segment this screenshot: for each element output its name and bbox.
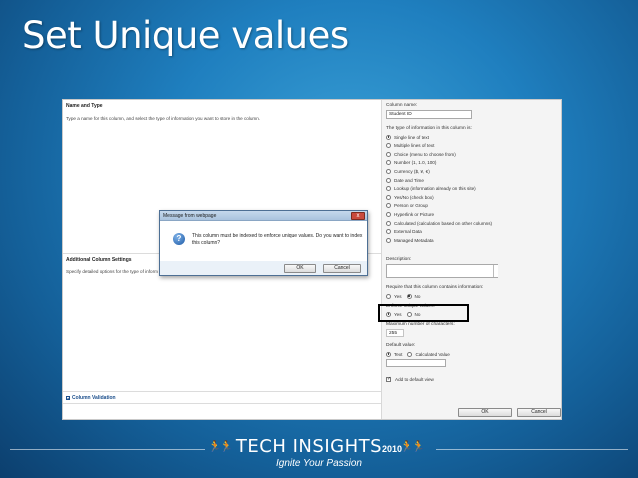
- column-type-radio[interactable]: [386, 211, 391, 217]
- default-calculated-label: Calculated Value: [415, 351, 450, 357]
- default-value-options: Text Calculated Value: [386, 351, 450, 357]
- column-type-option[interactable]: Multiple lines of text: [386, 143, 434, 149]
- dialog-ok-button[interactable]: OK: [284, 264, 316, 273]
- description-label: Description:: [386, 257, 412, 262]
- expand-icon: +: [66, 396, 70, 401]
- description-scrollbar[interactable]: [493, 265, 498, 277]
- column-type-option[interactable]: Yes/No (check box): [386, 194, 434, 200]
- column-type-label: Calculated (calculation based on other c…: [394, 220, 493, 226]
- brand-year: 2010: [382, 444, 403, 454]
- default-calculated-radio[interactable]: [407, 351, 413, 357]
- column-type-option[interactable]: Lookup (information already on this site…: [386, 186, 476, 192]
- column-type-label: Choice (menu to choose from): [394, 151, 456, 157]
- column-type-label: Person or Group: [394, 203, 428, 209]
- column-type-label: External Data: [394, 229, 422, 235]
- add-to-view-row: Add to default view: [386, 376, 434, 382]
- column-type-radio[interactable]: [386, 177, 391, 183]
- column-validation-label: Column Validation: [72, 395, 116, 401]
- require-no-radio[interactable]: [406, 293, 412, 299]
- column-type-option[interactable]: Managed Metadata: [386, 237, 434, 243]
- form-ok-button[interactable]: OK: [458, 408, 512, 417]
- column-name-input[interactable]: Student ID: [386, 110, 472, 119]
- description-textarea[interactable]: [386, 264, 498, 278]
- column-type-label: Multiple lines of text: [394, 143, 435, 149]
- column-type-option[interactable]: Calculated (calculation based on other c…: [386, 220, 492, 226]
- column-type-label: Currency ($, ¥, €): [394, 168, 430, 174]
- add-to-view-label: Add to default view: [395, 376, 434, 382]
- column-type-radio[interactable]: [386, 143, 391, 149]
- default-text-radio[interactable]: [386, 351, 391, 357]
- column-name-label: Column name:: [386, 103, 418, 108]
- column-type-option[interactable]: Choice (menu to choose from): [386, 151, 456, 157]
- column-type-radio[interactable]: [386, 229, 391, 235]
- settings-column: Column name: Student ID The type of info…: [381, 100, 561, 419]
- question-icon: ?: [173, 233, 185, 245]
- additional-settings-heading: Additional Column Settings: [66, 257, 132, 263]
- brand-logo: TECH INSIGHTS2010: [0, 436, 638, 457]
- max-chars-label: Maximum number of characters:: [386, 322, 455, 327]
- column-type-radio[interactable]: [386, 151, 391, 157]
- require-no-label: No: [414, 293, 421, 299]
- column-type-label: Lookup (information already on this site…: [394, 186, 476, 192]
- add-to-view-checkbox[interactable]: [386, 376, 391, 382]
- brand-name: TECH INSIGHTS: [235, 436, 383, 457]
- column-type-radio[interactable]: [386, 134, 391, 140]
- default-value-input[interactable]: [386, 359, 446, 367]
- dialog-body: ? This column must be indexed to enforce…: [160, 221, 367, 261]
- column-type-label: Number (1, 1.0, 100): [394, 160, 437, 166]
- column-type-option[interactable]: Number (1, 1.0, 100): [386, 160, 436, 166]
- column-type-label: Single line of text: [394, 134, 429, 140]
- column-type-option[interactable]: Date and Time: [386, 177, 424, 183]
- column-type-radio[interactable]: [386, 237, 391, 243]
- require-yes-label: Yes: [394, 293, 402, 299]
- require-label: Require that this column contains inform…: [386, 285, 484, 290]
- column-type-label: Hyperlink or Picture: [394, 211, 435, 217]
- brand-tagline: Ignite Your Passion: [276, 458, 362, 469]
- dialog-title-bar[interactable]: Message from webpage: [160, 211, 367, 221]
- default-text-label: Text: [394, 351, 403, 357]
- close-icon[interactable]: x: [351, 212, 365, 220]
- column-type-option[interactable]: Currency ($, ¥, €): [386, 168, 430, 174]
- require-options: Yes No: [386, 293, 420, 299]
- column-type-radio[interactable]: [386, 160, 391, 166]
- dialog-message: This column must be indexed to enforce u…: [192, 233, 363, 246]
- column-type-option[interactable]: Single line of text: [386, 134, 429, 140]
- dialog-title: Message from webpage: [163, 213, 217, 219]
- column-type-radio[interactable]: [386, 186, 391, 192]
- unique-values-highlight: [378, 304, 469, 322]
- column-type-label: Date and Time: [394, 177, 424, 183]
- column-type-option[interactable]: External Data: [386, 229, 422, 235]
- column-type-label: Managed Metadata: [394, 237, 434, 243]
- column-type-option[interactable]: Person or Group: [386, 203, 428, 209]
- message-dialog: Message from webpage x ? This column mus…: [159, 210, 368, 276]
- name-type-description: Type a name for this column, and select …: [66, 116, 261, 121]
- max-chars-input[interactable]: 255: [386, 329, 404, 337]
- column-type-radio[interactable]: [386, 203, 391, 209]
- dialog-cancel-button[interactable]: Cancel: [323, 264, 361, 273]
- column-type-radio[interactable]: [386, 220, 391, 226]
- type-label: The type of information in this column i…: [386, 126, 472, 131]
- column-validation-link[interactable]: + Column Validation: [66, 395, 116, 401]
- form-cancel-button[interactable]: Cancel: [517, 408, 561, 417]
- column-type-option[interactable]: Hyperlink or Picture: [386, 211, 434, 217]
- require-yes-radio[interactable]: [386, 293, 391, 299]
- column-type-label: Yes/No (check box): [394, 194, 434, 200]
- column-type-radio[interactable]: [386, 168, 391, 174]
- column-type-radio[interactable]: [386, 194, 391, 200]
- slide-title: Set Unique values: [22, 14, 349, 57]
- name-type-heading: Name and Type: [66, 103, 103, 109]
- default-value-label: Default value:: [386, 343, 416, 348]
